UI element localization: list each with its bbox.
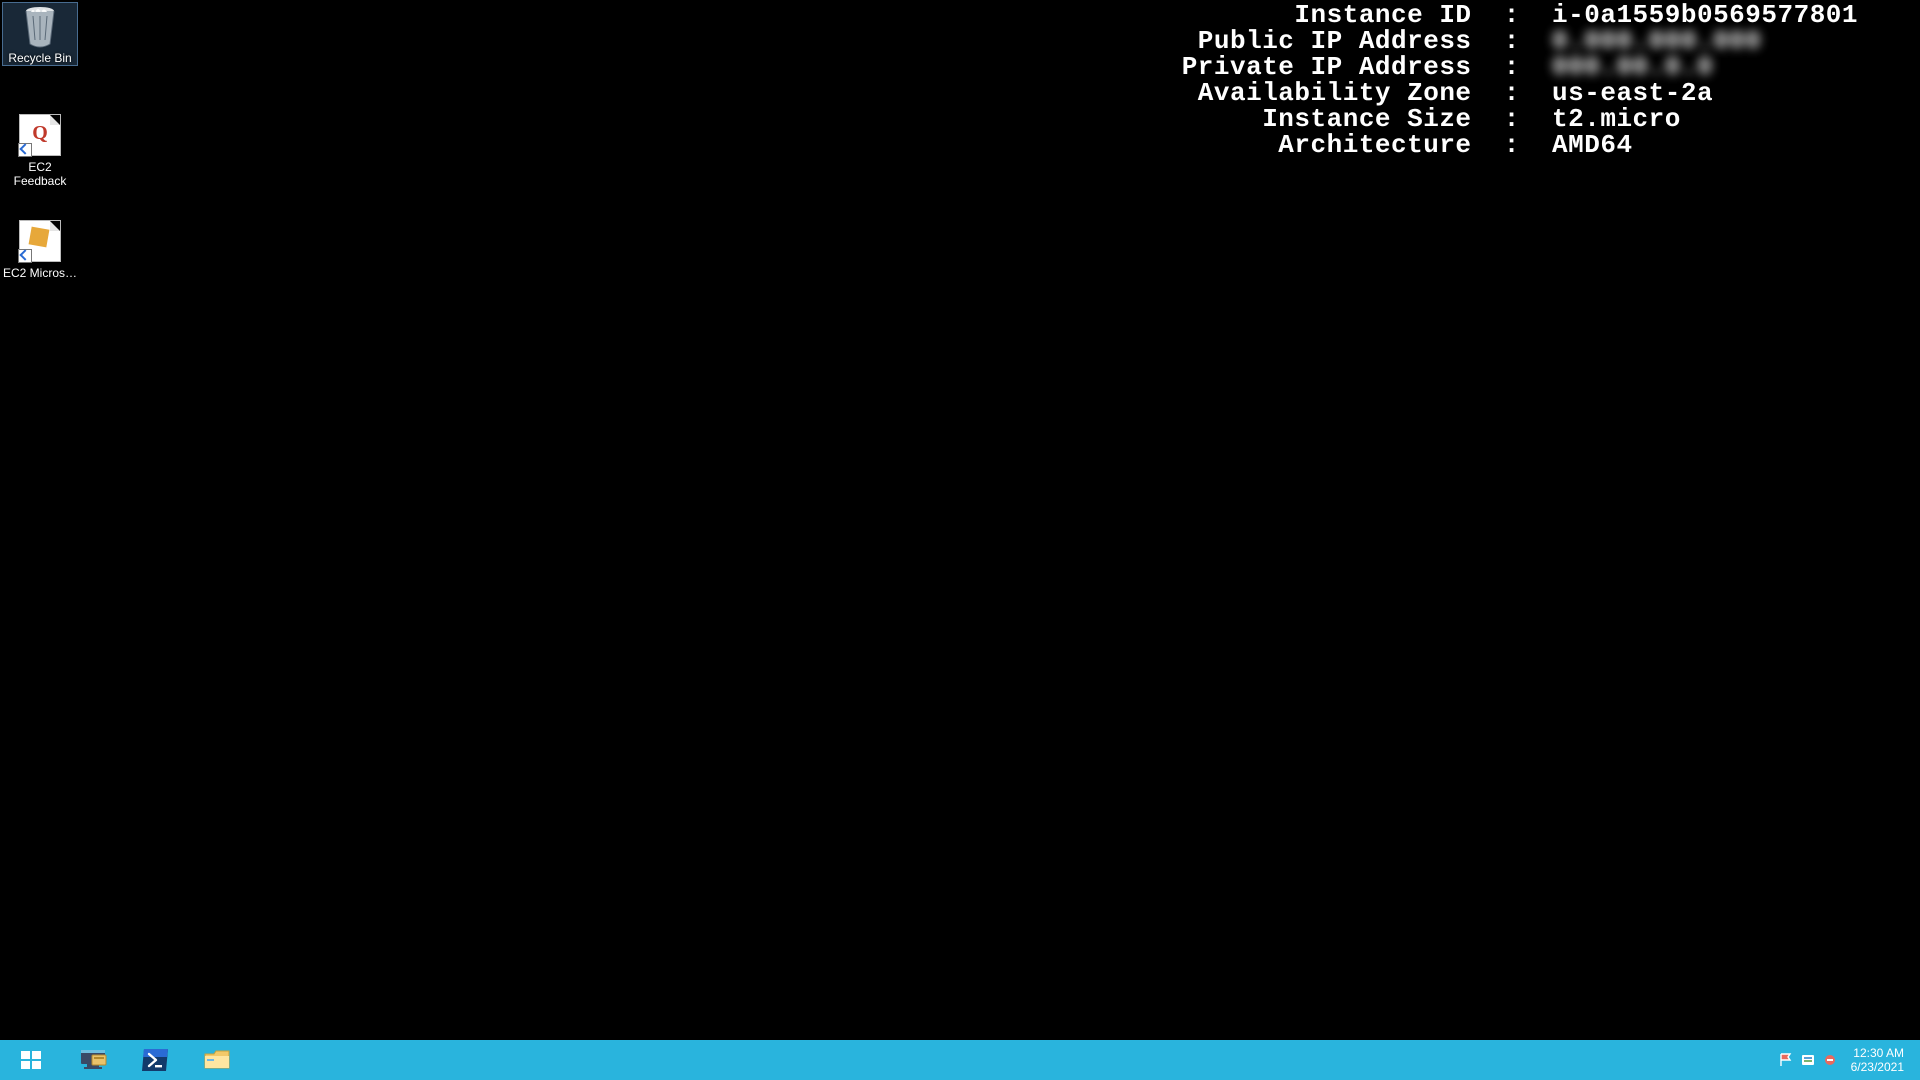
instance-info-overlay: Instance ID : i-0a1559b0569577801 Public…	[1182, 2, 1858, 158]
desktop-icon-ec2-feedback[interactable]: Q EC2 Feedback	[3, 112, 77, 188]
tray-action-center-icon[interactable]	[1775, 1052, 1797, 1068]
start-button[interactable]	[0, 1040, 62, 1080]
taskbar-item-powershell[interactable]	[124, 1040, 186, 1080]
clock-date: 6/23/2021	[1851, 1060, 1904, 1074]
instance-info-value: AMD64	[1552, 130, 1633, 160]
instance-info-label: Architecture :	[1182, 130, 1552, 160]
instance-info-value: 000.00.0.0	[1552, 52, 1713, 82]
instance-info-row: Instance Size : t2.micro	[1182, 106, 1858, 132]
recycle-bin-icon	[17, 3, 63, 49]
file-explorer-icon	[202, 1047, 232, 1073]
desktop-icon-ec2-microsoft[interactable]: EC2 Micros…	[3, 218, 77, 280]
tray-safe-remove-icon[interactable]	[1819, 1052, 1841, 1068]
taskbar-item-file-explorer[interactable]	[186, 1040, 248, 1080]
taskbar-item-server-manager[interactable]	[62, 1040, 124, 1080]
instance-info-row: Availability Zone : us-east-2a	[1182, 80, 1858, 106]
ec2-feedback-icon: Q	[17, 112, 63, 158]
desktop-icon-label: EC2 Micros…	[3, 266, 77, 280]
desktop-icon-label: Recycle Bin	[3, 51, 77, 65]
windows-logo-icon	[19, 1048, 43, 1072]
taskbar: 12:30 AM 6/23/2021	[0, 1040, 1920, 1080]
taskbar-clock[interactable]: 12:30 AM 6/23/2021	[1841, 1046, 1914, 1074]
instance-info-row: Private IP Address : 000.00.0.0	[1182, 54, 1858, 80]
desktop-icon-label: EC2 Feedback	[3, 160, 77, 188]
tray-security-icon[interactable]	[1797, 1052, 1819, 1068]
desktop-icon-recycle-bin[interactable]: Recycle Bin	[3, 3, 77, 65]
instance-info-row: Architecture : AMD64	[1182, 132, 1858, 158]
ec2-microsoft-icon	[17, 218, 63, 264]
desktop[interactable]: Recycle Bin Q EC2 Feedback EC2 Micros… I…	[0, 0, 1920, 1080]
server-manager-icon	[78, 1046, 108, 1074]
clock-time: 12:30 AM	[1851, 1046, 1904, 1060]
instance-info-row: Public IP Address : 0.000.000.000	[1182, 28, 1858, 54]
system-tray: 12:30 AM 6/23/2021	[1775, 1040, 1920, 1080]
instance-info-row: Instance ID : i-0a1559b0569577801	[1182, 2, 1858, 28]
powershell-icon	[140, 1047, 170, 1073]
